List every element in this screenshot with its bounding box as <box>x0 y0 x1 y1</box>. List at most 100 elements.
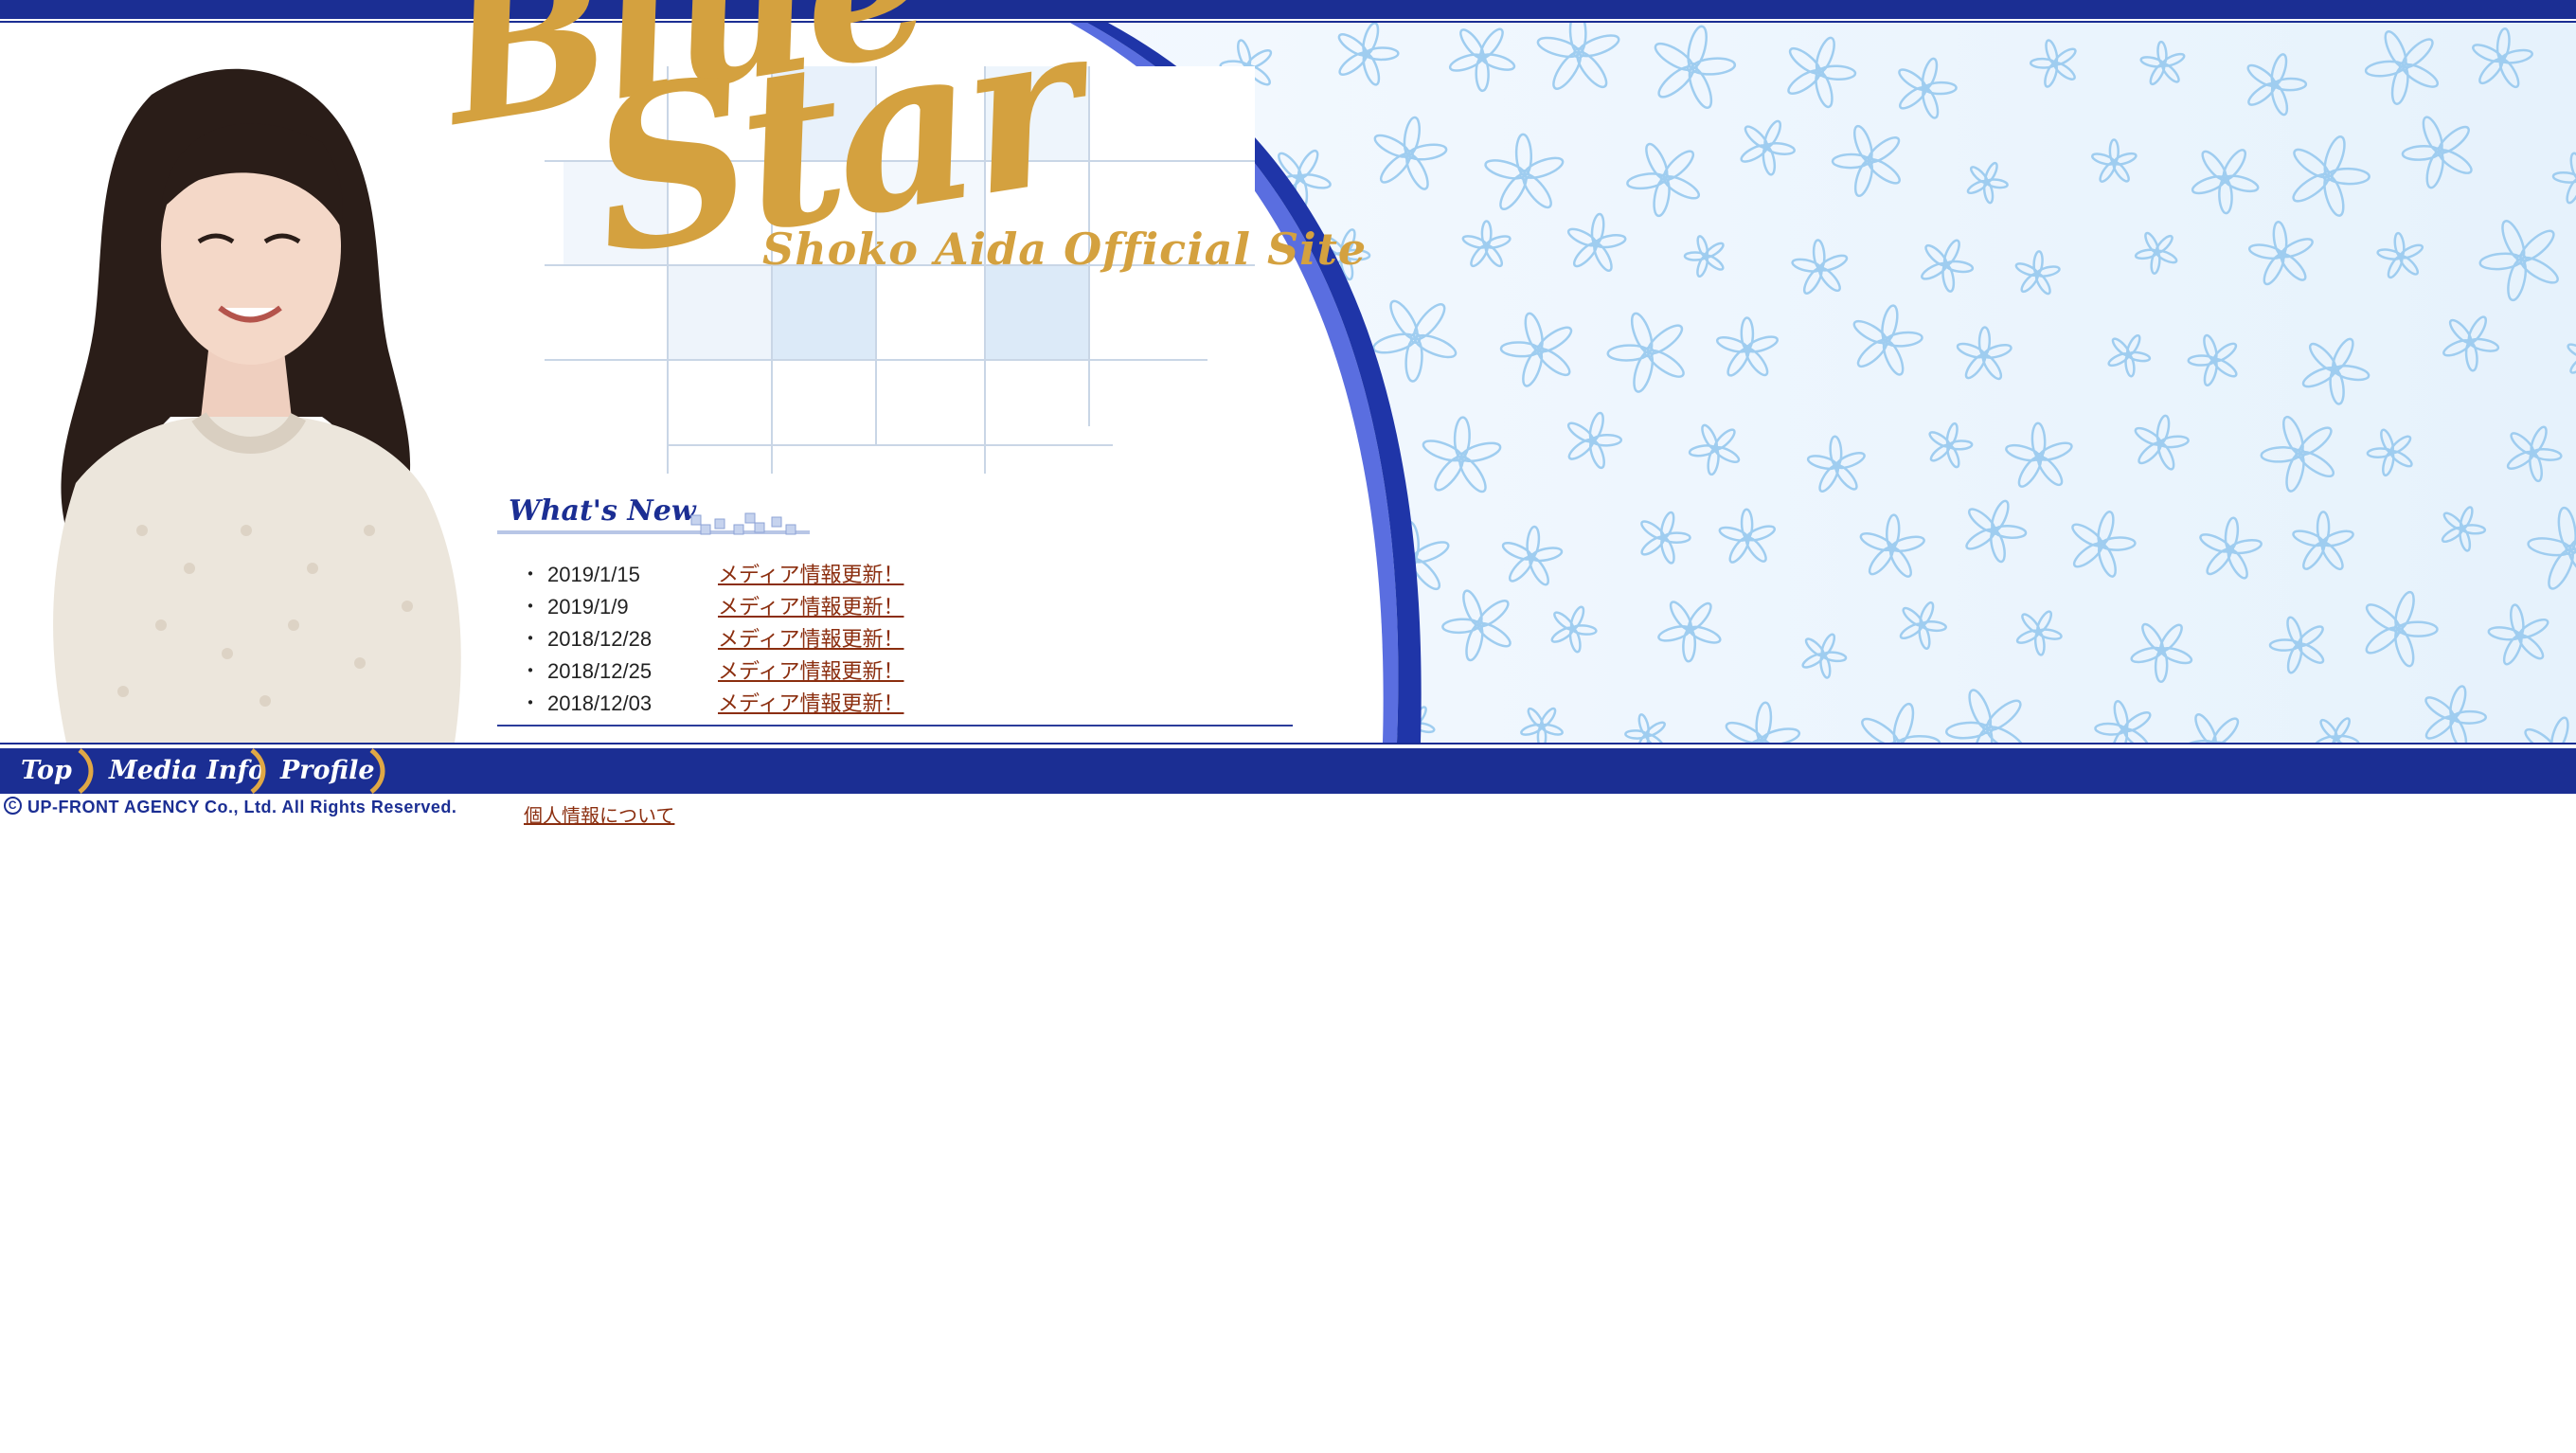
news-bullet: ・ <box>521 661 540 682</box>
title-blocks-icon <box>497 512 810 535</box>
whats-new-heading: What's New <box>497 494 810 540</box>
flower-motif <box>2187 333 2238 387</box>
news-date: 2018/12/25 <box>547 659 653 683</box>
flower-motif <box>2313 717 2360 743</box>
flower-motif <box>2292 135 2370 217</box>
header-bottom-rule <box>0 743 2576 744</box>
flower-motif <box>2107 333 2152 378</box>
flower-motif <box>2134 231 2178 275</box>
flower-motif <box>2071 511 2137 578</box>
flower-motif <box>1740 119 1797 176</box>
flower-motif <box>2364 29 2440 105</box>
flower-motif <box>1536 23 1620 90</box>
news-list: ・ 2019/1/15 メディア情報更新！ ・ 2019/1/9 メディア情報更… <box>511 559 1307 720</box>
flower-motif <box>1956 326 2012 381</box>
flower-motif <box>2442 315 2500 372</box>
flower-motif <box>2567 343 2576 374</box>
flower-motif <box>2134 414 2190 471</box>
flower-motif <box>2179 713 2246 743</box>
flower-motif <box>1859 513 1925 578</box>
flower-motif <box>1898 57 1958 119</box>
news-item: ・ 2018/12/03 メディア情報更新！ <box>511 688 1307 720</box>
news-date: 2018/12/03 <box>547 691 653 715</box>
flower-motif <box>1640 511 1691 565</box>
flower-motif <box>2401 116 2473 189</box>
flower-motif <box>1861 702 1941 743</box>
flower-motif <box>2094 700 2152 743</box>
nav-separator-arc-icon <box>250 748 266 794</box>
flower-motif <box>1520 707 1564 743</box>
flower-motif <box>2246 53 2308 117</box>
flower-motif <box>1921 239 1975 293</box>
flower-motif <box>2424 685 2488 743</box>
flower-motif <box>2524 716 2569 743</box>
flower-motif <box>2091 138 2138 183</box>
news-link[interactable]: メディア情報更新！ <box>718 688 903 720</box>
flower-motif <box>1791 239 1849 295</box>
news-divider <box>497 725 1293 726</box>
flower-motif <box>1550 605 1598 654</box>
news-date: 2018/12/28 <box>547 627 653 651</box>
flower-motif <box>1606 312 1685 393</box>
flower-motif <box>1626 142 1701 218</box>
news-item: ・ 2019/1/15 メディア情報更新！ <box>511 559 1307 591</box>
top-band <box>0 0 2576 19</box>
flower-motif <box>1654 25 1737 109</box>
flower-motif <box>2015 610 2063 656</box>
flower-motif <box>2292 511 2354 571</box>
nav-separator-arc-icon <box>78 748 94 794</box>
flower-motif <box>1715 316 1779 377</box>
nav-media-info[interactable]: Media Info <box>109 748 265 794</box>
copyright-text: UP-FRONT AGENCY Co., Ltd. All Rights Res… <box>27 798 457 816</box>
news-link[interactable]: メディア情報更新！ <box>718 591 903 623</box>
flower-motif <box>1944 689 2026 743</box>
flower-motif <box>1683 235 1725 278</box>
flower-motif <box>2376 231 2424 279</box>
flower-motif <box>2139 40 2186 86</box>
copyright-symbol: C <box>4 797 22 815</box>
news-bullet: ・ <box>521 693 540 714</box>
flower-motif <box>2247 221 2314 286</box>
flower-motif <box>2260 415 2335 493</box>
flower-motif <box>2478 220 2559 302</box>
flower-motif <box>1624 713 1666 743</box>
flower-motif <box>2441 506 2487 552</box>
news-link[interactable]: メディア情報更新！ <box>718 623 903 655</box>
news-bullet: ・ <box>521 629 540 650</box>
news-link[interactable]: メディア情報更新！ <box>718 655 903 688</box>
flower-motif <box>1899 601 1947 651</box>
flower-motif <box>2506 425 2563 483</box>
news-bullet: ・ <box>521 597 540 618</box>
flower-motif <box>2029 39 2077 88</box>
flower-motif <box>2366 428 2413 477</box>
flower-motif <box>2199 516 2263 580</box>
flower-motif <box>1787 36 1857 109</box>
flower-motif <box>1688 423 1741 476</box>
flower-motif <box>2301 337 2370 405</box>
flower-motif <box>2268 616 2325 674</box>
news-item: ・ 2018/12/28 メディア情報更新！ <box>511 623 1307 655</box>
flower-motif <box>1852 304 1923 376</box>
news-item: ・ 2019/1/9 メディア情報更新！ <box>511 591 1307 623</box>
news-date: 2019/1/15 <box>547 563 640 586</box>
flower-motif <box>1566 411 1623 470</box>
flower-motif <box>1806 435 1866 493</box>
flower-motif <box>1566 212 1627 272</box>
flower-motif <box>2005 422 2073 488</box>
main-nav: Top Media Info Profile <box>0 748 2576 794</box>
flower-motif <box>2551 152 2576 205</box>
flower-motif <box>2365 590 2439 668</box>
flower-motif <box>2191 149 2260 215</box>
flower-motif <box>2487 603 2549 666</box>
flower-motif <box>1966 161 2009 205</box>
news-bullet: ・ <box>521 565 540 585</box>
nav-profile[interactable]: Profile <box>280 748 375 794</box>
news-link[interactable]: メディア情報更新！ <box>718 559 903 591</box>
flower-motif <box>2527 506 2576 590</box>
nav-top[interactable]: Top <box>21 748 72 794</box>
site-header: Blue Star Shoko Aida Official Site What'… <box>0 0 2576 748</box>
flower-motif <box>1965 499 2028 564</box>
flower-motif <box>1928 422 1974 469</box>
privacy-policy-link[interactable]: 個人情報について <box>524 800 674 828</box>
news-date: 2019/1/9 <box>547 595 629 619</box>
